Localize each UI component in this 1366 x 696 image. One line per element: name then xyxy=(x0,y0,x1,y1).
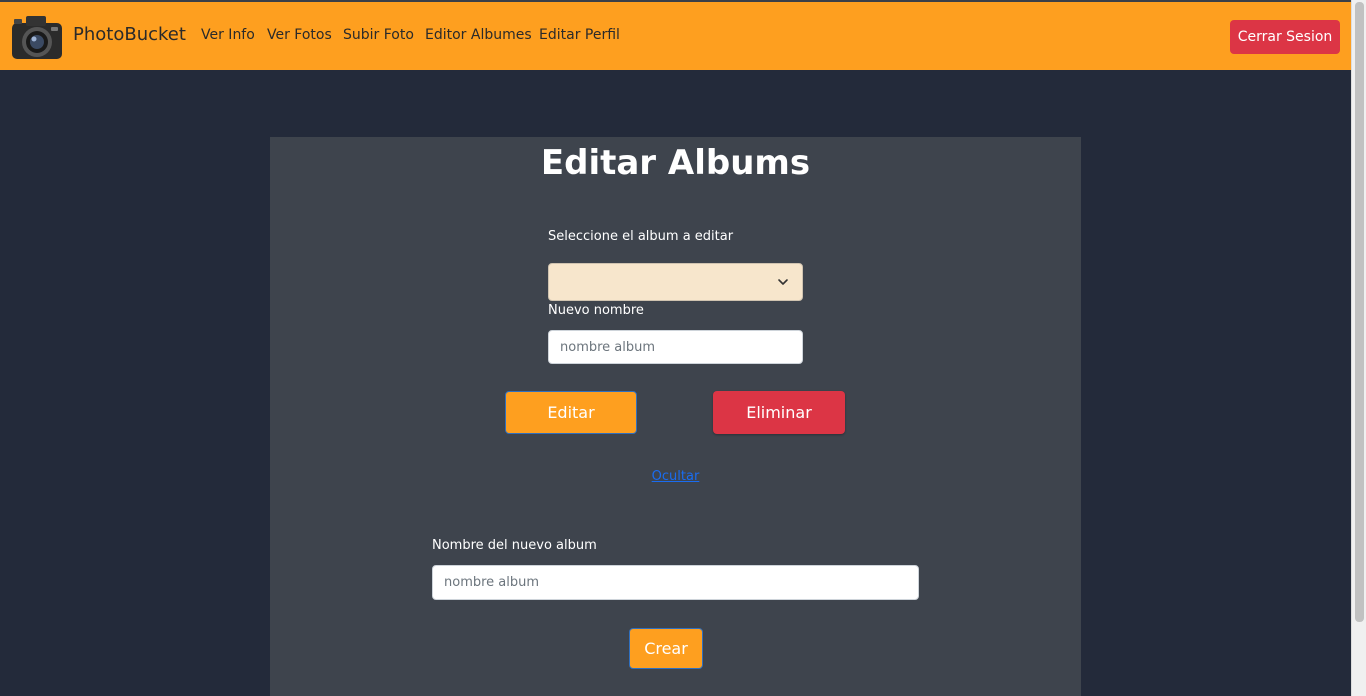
top-navbar: PhotoBucket Ver Info Ver Fotos Subir Fot… xyxy=(0,0,1351,70)
chevron-down-icon xyxy=(778,279,788,285)
page-title: Editar Albums xyxy=(540,143,811,183)
hide-link[interactable]: Ocultar xyxy=(270,469,1081,484)
delete-button[interactable]: Eliminar xyxy=(713,391,845,434)
nav-editar-perfil[interactable]: Editar Perfil xyxy=(539,27,620,43)
create-button[interactable]: Crear xyxy=(629,628,703,669)
page-scrollbar[interactable] xyxy=(1351,0,1366,696)
new-name-input[interactable] xyxy=(548,330,803,364)
nav-ver-info[interactable]: Ver Info xyxy=(201,27,255,43)
new-album-input[interactable] xyxy=(432,565,919,600)
brand-name[interactable]: PhotoBucket xyxy=(73,24,186,45)
select-album-label: Seleccione el album a editar xyxy=(548,229,734,244)
new-album-label: Nombre del nuevo album xyxy=(432,538,597,553)
edit-albums-panel: Editar Albums Seleccione el album a edit… xyxy=(270,137,1081,696)
scrollbar-thumb[interactable] xyxy=(1355,2,1364,622)
nav-subir-foto[interactable]: Subir Foto xyxy=(343,27,414,43)
nav-editor-albumes[interactable]: Editor Albumes xyxy=(425,27,532,43)
edit-button[interactable]: Editar xyxy=(505,391,637,434)
album-select[interactable] xyxy=(548,263,803,301)
new-name-label: Nuevo nombre xyxy=(548,303,644,318)
logout-button[interactable]: Cerrar Sesion xyxy=(1230,20,1340,54)
nav-ver-fotos[interactable]: Ver Fotos xyxy=(267,27,332,43)
camera-icon[interactable] xyxy=(10,11,64,63)
